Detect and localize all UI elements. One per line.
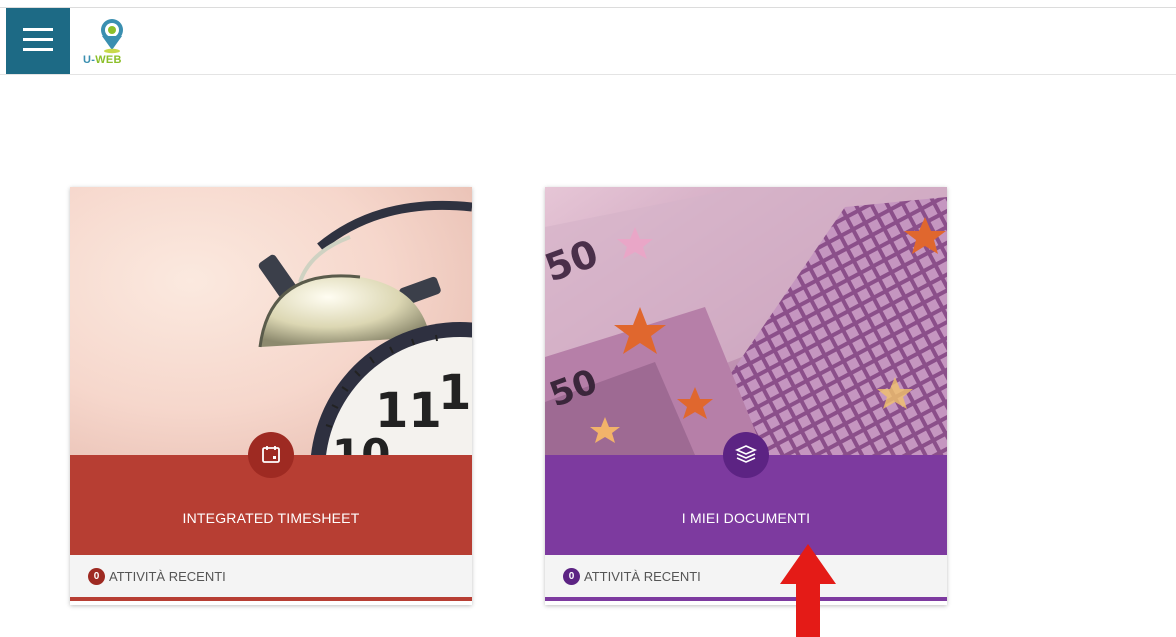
card-icon-badge (723, 432, 769, 478)
clock-image: 11 12 10 (70, 187, 472, 455)
count-badge: 0 (563, 567, 580, 585)
timesheet-card[interactable]: 11 12 10 INTEGRATED TIMESHEET 0 ATTIVITÀ… (70, 187, 472, 605)
documents-card[interactable]: 50 50 I MIEI DOCUMENTI 0 ATTIVITÀ RECENT… (545, 187, 947, 605)
recent-activity-label: ATTIVITÀ RECENTI (584, 568, 701, 584)
card-title: I MIEI DOCUMENTI (681, 510, 811, 526)
menu-button[interactable] (6, 8, 70, 74)
calendar-icon (262, 446, 280, 463)
red-arrow-icon (780, 544, 836, 637)
top-bar: U-WEB (0, 7, 1176, 75)
hamburger-icon (23, 28, 53, 51)
count-badge: 0 (88, 567, 105, 585)
banknotes-image: 50 50 (545, 187, 947, 455)
card-footer[interactable]: 0 ATTIVITÀ RECENTI (70, 555, 472, 601)
map-pin-icon (101, 19, 123, 54)
card-footer[interactable]: 0 ATTIVITÀ RECENTI (545, 555, 947, 601)
card-title: INTEGRATED TIMESHEET (182, 510, 360, 526)
svg-text:10: 10 (332, 430, 390, 455)
layers-icon (735, 445, 757, 463)
logo-text: U-WEB (83, 54, 122, 66)
logo[interactable]: U-WEB (80, 17, 144, 69)
card-icon-badge (248, 432, 294, 478)
recent-activity-label: ATTIVITÀ RECENTI (109, 568, 226, 584)
svg-text:12: 12 (438, 365, 472, 421)
